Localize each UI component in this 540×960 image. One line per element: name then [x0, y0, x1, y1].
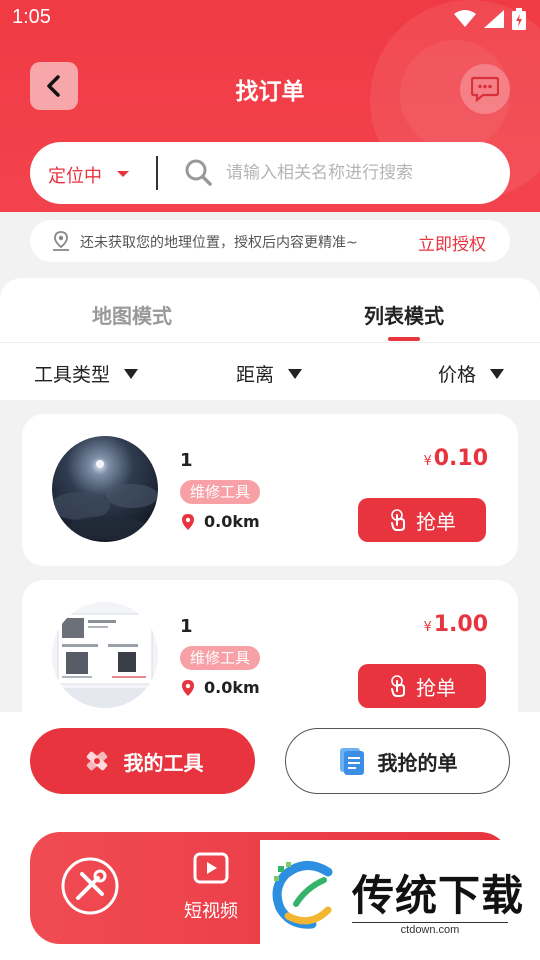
message-button[interactable] — [460, 64, 510, 114]
filter-distance[interactable]: 距离 — [236, 360, 303, 387]
filter-price[interactable]: 价格 — [438, 360, 505, 387]
location-selector[interactable]: 定位中 — [48, 162, 102, 188]
order-distance: 0.0km — [182, 512, 260, 531]
tool-document-screenshot — [52, 602, 158, 708]
status-icons — [454, 8, 526, 30]
distance-value: 0.0km — [204, 678, 260, 697]
caret-down-icon[interactable] — [117, 171, 129, 177]
caret-down-icon — [288, 368, 303, 379]
tab-list-mode[interactable]: 列表模式 — [364, 300, 444, 329]
header: 1:05 找订单 定位中 — [0, 0, 540, 212]
nav-label: 短视频 — [184, 901, 238, 922]
filter-label: 价格 — [438, 364, 477, 386]
search-input[interactable] — [226, 158, 496, 188]
caret-down-icon — [490, 368, 505, 379]
order-image — [52, 602, 158, 708]
caret-down-icon — [124, 368, 139, 379]
chat-icon — [471, 76, 499, 102]
battery-icon — [512, 8, 526, 30]
divider — [0, 342, 540, 343]
watermark-title: 传统下载 — [352, 871, 525, 920]
my-grabbed-orders-label: 我抢的单 — [377, 750, 458, 775]
repair-tools-icon — [61, 857, 119, 915]
order-name: 1 — [180, 616, 193, 637]
order-list[interactable]: 1 维修工具 0.0km ¥0.10 抢单 1 维修工具 0.0km ¥1.00… — [0, 400, 540, 712]
my-tools-label: 我的工具 — [123, 750, 204, 775]
currency-symbol: ¥ — [423, 454, 432, 469]
order-image — [52, 436, 158, 542]
search-bar: 定位中 — [30, 142, 510, 204]
my-grabbed-orders-button[interactable]: 我抢的单 — [285, 728, 510, 794]
mode-panel: 地图模式 列表模式 工具类型 距离 价格 — [0, 278, 540, 400]
filter-label: 距离 — [236, 364, 275, 386]
night-sky-photo — [52, 436, 158, 542]
signal-icon — [484, 10, 504, 28]
nav-item-repair[interactable] — [58, 854, 122, 918]
watermark-overlay: 传统下载 ctdown.com — [260, 840, 530, 944]
watermark-url: ctdown.com — [352, 922, 508, 936]
order-category-tag: 维修工具 — [180, 480, 261, 504]
grab-button-label: 抢单 — [416, 675, 456, 700]
price-value: 1.00 — [433, 612, 488, 637]
my-tools-button[interactable]: 我的工具 — [30, 728, 255, 794]
filter-label: 工具类型 — [34, 364, 111, 386]
status-time: 1:05 — [12, 6, 51, 28]
distance-value: 0.0km — [204, 512, 260, 531]
watermark-logo — [272, 861, 333, 929]
tap-hand-icon — [391, 675, 405, 697]
status-bar: 1:05 — [0, 0, 540, 36]
order-name: 1 — [180, 450, 193, 471]
grab-order-button[interactable]: 抢单 — [358, 664, 486, 708]
active-tab-indicator — [388, 337, 420, 341]
tap-hand-icon — [391, 509, 405, 531]
nav-item-short-video[interactable]: 短视频 — [176, 852, 246, 923]
document-icon — [339, 748, 364, 775]
order-price: ¥0.10 — [423, 446, 488, 471]
notice-text: 还未获取您的地理位置，授权后内容更精准~ — [80, 235, 358, 251]
grab-button-label: 抢单 — [416, 509, 456, 534]
order-price: ¥1.00 — [423, 612, 488, 637]
grab-order-button[interactable]: 抢单 — [358, 498, 486, 542]
video-play-icon — [193, 852, 229, 884]
location-pin-icon — [53, 231, 69, 251]
order-category-tag: 维修工具 — [180, 646, 261, 670]
price-value: 0.10 — [433, 446, 488, 471]
search-icon[interactable] — [184, 158, 212, 186]
currency-symbol: ¥ — [423, 620, 432, 635]
filter-tool-type[interactable]: 工具类型 — [34, 360, 139, 387]
order-distance: 0.0km — [182, 678, 260, 697]
order-card[interactable]: 1 维修工具 0.0km ¥1.00 抢单 — [22, 580, 518, 712]
wifi-icon — [454, 10, 476, 27]
location-notice: 还未获取您的地理位置，授权后内容更精准~ 立即授权 — [30, 220, 510, 262]
search-divider — [156, 156, 158, 190]
page-title: 找订单 — [235, 79, 305, 105]
order-card[interactable]: 1 维修工具 0.0km ¥0.10 抢单 — [22, 414, 518, 566]
authorize-link[interactable]: 立即授权 — [418, 230, 486, 255]
tools-icon — [86, 751, 107, 771]
tab-map-mode[interactable]: 地图模式 — [92, 300, 172, 329]
location-pin-icon — [182, 513, 194, 530]
location-pin-icon — [182, 679, 194, 696]
